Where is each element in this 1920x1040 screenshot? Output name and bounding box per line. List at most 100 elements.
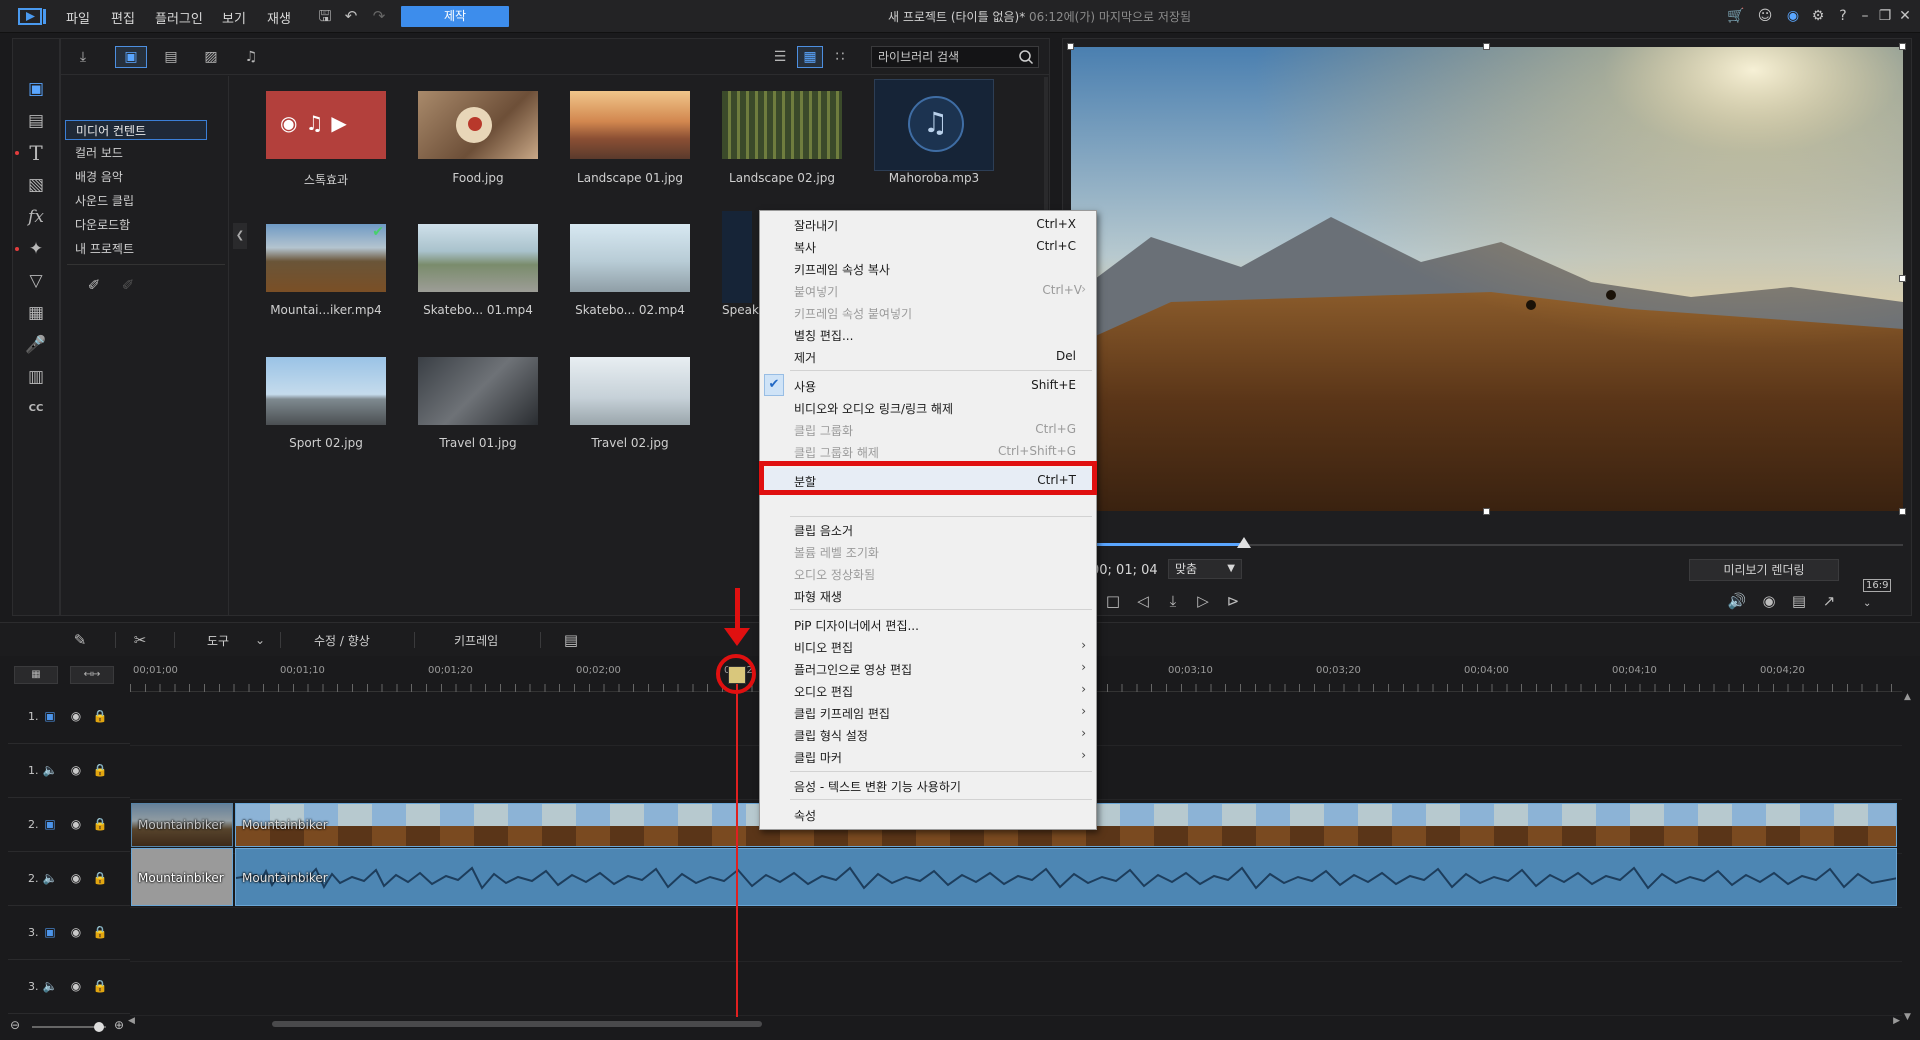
stop-icon[interactable]: □	[1103, 591, 1123, 611]
volume-icon[interactable]: 🔊	[1727, 591, 1747, 611]
travel-02-thumb[interactable]	[570, 357, 690, 425]
audio-filter-icon[interactable]: ♫	[235, 46, 267, 68]
menu-playback[interactable]: 재생	[267, 8, 291, 27]
fit-timeline-button[interactable]: ↤↦	[70, 666, 114, 684]
category-my-projects[interactable]: 내 프로젝트	[65, 239, 207, 259]
produce-button[interactable]: 제작	[401, 6, 509, 27]
fast-forward-icon[interactable]: ⊳	[1223, 591, 1243, 611]
lock-icon[interactable]: 🔒	[92, 924, 108, 940]
video-filter-icon[interactable]: ▤	[155, 46, 187, 68]
track-lane-audio-3[interactable]	[130, 962, 1902, 1016]
close-icon[interactable]: ✕	[1896, 7, 1914, 25]
render-preview-button[interactable]: 미리보기 렌더링	[1689, 559, 1839, 581]
menu-clip-marker[interactable]: 클립 마커 ›	[760, 745, 1096, 767]
restore-icon[interactable]: ❐	[1876, 7, 1894, 25]
image-filter-icon[interactable]: ▨	[195, 46, 227, 68]
track-lane-video-3[interactable]	[130, 908, 1902, 962]
menu-pip-designer[interactable]: PiP 디자이너에서 편집...	[760, 613, 1096, 635]
menu-remove[interactable]: 제거 Del	[760, 345, 1096, 367]
notification-icon[interactable]: ◉	[1784, 7, 1802, 25]
resize-handle-t[interactable]	[1483, 43, 1490, 50]
keyframe-button[interactable]: 키프레임	[454, 632, 498, 649]
menu-view[interactable]: 보기	[222, 8, 246, 27]
cart-icon[interactable]: 🛒	[1727, 7, 1745, 25]
menu-edit-keyframes[interactable]: 클립 키프레임 편집 ›	[760, 701, 1096, 723]
library-search-input[interactable]: 라이브러리 검색	[871, 46, 1039, 68]
pip-room-icon[interactable]: ▧	[24, 173, 48, 197]
list-view-icon[interactable]: ☰	[767, 46, 793, 68]
cc-room-icon[interactable]: CC	[24, 397, 48, 421]
zoom-knob[interactable]	[94, 1022, 104, 1032]
audio-clip-left[interactable]: Mountainbiker	[131, 848, 233, 906]
menu-edit-audio[interactable]: 오디오 편집 ›	[760, 679, 1096, 701]
search-icon[interactable]	[1018, 49, 1034, 65]
menu-link-unlink[interactable]: 비디오와 오디오 링크/링크 해제	[760, 396, 1096, 418]
resize-handle-tl[interactable]	[1067, 43, 1074, 50]
resize-handle-b[interactable]	[1483, 508, 1490, 515]
menu-speech-to-text[interactable]: 음성 - 텍스트 변환 기능 사용하기	[760, 774, 1096, 796]
audio-clip-main[interactable]: Mountainbiker	[235, 848, 1897, 906]
zoom-fit-select[interactable]: 맞춤 ▼	[1168, 559, 1242, 579]
preview-scrubber-knob[interactable]	[1237, 537, 1251, 548]
menu-plugin[interactable]: 플러그인	[155, 8, 203, 27]
scroll-up-icon[interactable]: ▲	[1904, 692, 1911, 702]
menu-cut[interactable]: 잘라내기 Ctrl+X	[760, 213, 1096, 235]
mahoroba-thumb[interactable]: ♫	[874, 79, 994, 171]
food-thumb[interactable]	[418, 91, 538, 159]
lock-icon[interactable]: 🔒	[92, 870, 108, 886]
speak-thumb[interactable]	[722, 211, 752, 303]
media-room-icon[interactable]: ▣	[24, 77, 48, 101]
menu-edit[interactable]: 편집	[111, 8, 135, 27]
eye-icon[interactable]: ◉	[68, 708, 84, 724]
fix-enhance-button[interactable]: 수정 / 향상	[314, 632, 370, 649]
menu-properties[interactable]: 속성	[760, 803, 1096, 825]
chapter-room-icon[interactable]: ▥	[24, 365, 48, 389]
resize-handle-r[interactable]	[1899, 275, 1906, 282]
help-icon[interactable]: ?	[1834, 7, 1852, 25]
import-media-icon[interactable]: ⤓	[67, 46, 99, 68]
video-clip-left[interactable]: Mountainbiker	[131, 803, 233, 847]
eye-icon[interactable]: ◉	[68, 978, 84, 994]
menu-copy-keyframe[interactable]: 키프레임 속성 복사	[760, 257, 1096, 279]
edit-pen-icon[interactable]: ✎	[70, 630, 90, 650]
eye-icon[interactable]: ◉	[68, 870, 84, 886]
h-scroll-thumb[interactable]	[272, 1021, 762, 1027]
media-filter-all-icon[interactable]: ▣	[115, 46, 147, 68]
save-icon[interactable]: 🖫	[316, 7, 334, 25]
add-tag-icon[interactable]: ✐	[85, 276, 103, 294]
eye-icon[interactable]: ◉	[68, 762, 84, 778]
remove-tag-icon[interactable]: ✐	[119, 276, 137, 294]
mask-room-icon[interactable]: ▽	[24, 269, 48, 293]
scroll-down-icon[interactable]: ▼	[1904, 1012, 1911, 1022]
scroll-left-icon[interactable]: ◀	[128, 1016, 135, 1026]
playhead-line[interactable]	[736, 674, 738, 1017]
menu-edit-video[interactable]: 비디오 편집 ›	[760, 635, 1096, 657]
lock-icon[interactable]: 🔒	[92, 816, 108, 832]
subtitle-list-icon[interactable]: ▤	[561, 630, 581, 650]
timeline-v-scrollbar[interactable]: ▲ ▼	[1902, 692, 1916, 1022]
grid-view-icon[interactable]: ▦	[797, 46, 823, 68]
subtitle-preview-icon[interactable]: ▤	[1789, 591, 1809, 611]
redo-icon[interactable]: ↷	[370, 7, 388, 25]
eye-icon[interactable]: ◉	[68, 816, 84, 832]
minimize-icon[interactable]: –	[1856, 7, 1874, 25]
skateboard-01-thumb[interactable]	[418, 224, 538, 292]
category-bgm[interactable]: 배경 음악	[65, 167, 207, 187]
resize-handle-tr[interactable]	[1899, 43, 1906, 50]
category-sound-clips[interactable]: 사운드 클립	[65, 191, 207, 211]
menu-enable[interactable]: ✔ 사용 Shift+E	[760, 374, 1096, 396]
subtitle-room-icon[interactable]: ▦	[24, 301, 48, 325]
title-room-icon[interactable]: T	[24, 141, 48, 165]
lock-icon[interactable]: 🔒	[92, 708, 108, 724]
particle-room-icon[interactable]: ✦	[24, 237, 48, 261]
eye-icon[interactable]: ◉	[68, 924, 84, 940]
undo-icon[interactable]: ↶	[342, 7, 360, 25]
prev-frame-icon[interactable]: ◁	[1133, 591, 1153, 611]
resize-handle-br[interactable]	[1899, 508, 1906, 515]
category-downloads[interactable]: 다운로드함	[65, 215, 207, 235]
menu-copy[interactable]: 복사 Ctrl+C	[760, 235, 1096, 257]
zoom-out-icon[interactable]: ⊖	[10, 1018, 20, 1032]
next-frame-icon[interactable]: ▷	[1193, 591, 1213, 611]
skateboard-02-thumb[interactable]	[570, 224, 690, 292]
timeline-zoom-slider[interactable]: ⊖ ⊕	[10, 1018, 130, 1034]
